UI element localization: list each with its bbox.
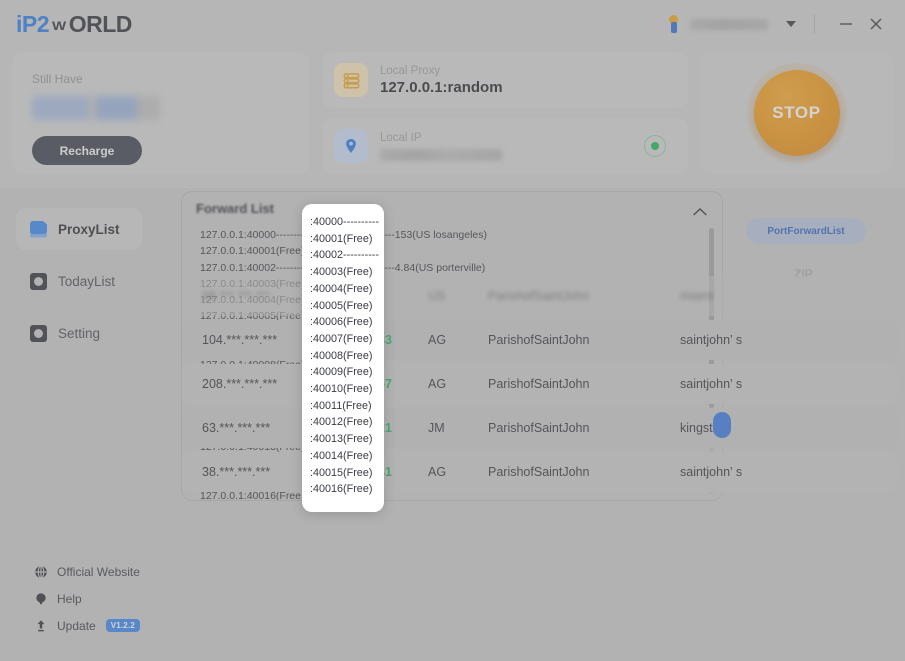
logo-text-part2: ORLD [68,10,133,37]
cell-isp: ParishofSaintJohn [488,465,590,479]
popup-port-option[interactable]: :40007(Free) [310,331,384,348]
minimize-button[interactable] [831,10,861,38]
sidebar-bottom-label: Update [57,618,96,633]
forward-list-title: Forward List [196,201,275,216]
sidebar-item-official-website[interactable]: Official Website [34,558,140,585]
local-ip-value-masked [380,148,502,161]
popup-port-option[interactable]: :40015(Free) [310,465,384,482]
local-proxy-value: 127.0.0.1:random [380,78,503,96]
popup-port-option[interactable]: :40013(Free) [310,431,384,448]
local-proxy-label: Local Proxy [380,64,441,77]
popup-port-option[interactable]: :40014(Free) [310,448,384,465]
popup-port-option[interactable]: :40005(Free) [310,298,384,315]
cell-city: miami [680,289,714,303]
port-selection-popup[interactable]: :40000----------:40001(Free):40002------… [302,204,384,512]
cell-city: saintjohn’ s [680,333,743,347]
title-bar: iP2 W ORLD [0,0,905,48]
popup-port-option[interactable]: :40008(Free) [310,348,384,365]
popup-port-option[interactable]: :40001(Free) [310,231,384,248]
sidebar-bottom-label: Official Website [57,564,140,579]
sidebar-item-label: TodayList [58,273,116,289]
stop-card: STOP [700,52,893,174]
cell-country: JM [428,421,445,435]
sidebar-item-help[interactable]: Help [34,585,140,612]
location-pin-icon [334,129,368,163]
table-row[interactable]: 63.***.***.*** 21 JM ParishofSaintJohn kings… [182,408,898,448]
local-ip-row: Local IP [322,118,688,174]
sidebar-item-todaylist[interactable]: TodayList [16,260,142,302]
cell-city: kingston [680,421,727,435]
popup-port-option[interactable]: :40004(Free) [310,281,384,298]
cell-isp: ParishofSaintJohn [488,333,590,347]
connection-info: Local Proxy 127.0.0.1:random Local IP [322,52,688,174]
logo-w-mark-icon: W [52,19,66,33]
close-button[interactable] [861,10,891,38]
document-icon [30,220,47,238]
body-area: ProxyList TodayList Setting Official Web… [0,188,905,661]
refresh-button-partial[interactable] [713,412,731,438]
popup-port-option[interactable]: :40002---------- [310,247,384,264]
popup-port-option[interactable]: :40006(Free) [310,314,384,331]
titlebar-divider [814,14,815,34]
balance-card: Still Have Recharge [12,52,310,174]
cell-city: saintjohn’ s [680,465,743,479]
status-indicator-icon [644,135,666,157]
chevron-up-icon[interactable] [692,204,708,216]
server-icon [334,63,368,97]
table-row[interactable]: 208.***.***.*** 67 AG ParishofSaintJohn sain… [182,364,898,404]
avatar-body [670,22,677,33]
sidebar-item-proxylist[interactable]: ProxyList [16,208,142,250]
upload-icon [34,619,48,633]
popup-port-option[interactable]: :40016(Free) [310,481,384,498]
cell-country: AG [428,465,447,479]
sidebar-item-label: Setting [58,325,101,341]
header-band: Still Have Recharge Local Proxy 127.0.0.… [0,48,905,188]
app-logo: iP2 W ORLD [16,11,132,38]
cell-isp: ParishofSaintJohn [488,421,590,435]
cell-country: US [428,289,446,303]
balance-value-masked [32,96,160,120]
popup-port-option[interactable]: :40012(Free) [310,414,384,431]
chevron-down-icon[interactable] [786,21,796,27]
sidebar-bottom-label: Help [57,591,82,606]
gear-square-icon [30,324,47,342]
cell-country: AG [428,333,447,347]
version-badge: V1.2.2 [105,619,141,632]
user-avatar-icon[interactable] [665,14,683,34]
logo-text-part1: iP2 [16,10,50,37]
forward-list-line[interactable]: 127.0.0.1:40001(Free) [200,243,722,259]
cell-isp: ParishofSaintJohn [488,289,590,303]
port-forward-list-button[interactable]: PortForwardList [746,218,866,244]
local-ip-label: Local IP [380,131,422,144]
local-proxy-row: Local Proxy 127.0.0.1:random [322,52,688,108]
sidebar-bottom-links: Official Website Help Update V1.2.2 [34,558,141,639]
app-window: iP2 W ORLD Still Have Recharge Local Pro… [0,0,905,661]
forward-list-line[interactable]: 127.0.0.1:40000-------------------------… [200,227,722,243]
popup-port-option[interactable]: :40003(Free) [310,264,384,281]
recharge-button[interactable]: Recharge [32,136,142,165]
popup-port-option[interactable]: :40009(Free) [310,364,384,381]
popup-port-option[interactable]: :40011(Free) [310,398,384,415]
table-row-occluded[interactable]: 98.***.***.*** US ParishofSaintJohn miami [182,276,898,316]
table-row[interactable]: 38.***.***.*** 41 AG ParishofSaintJohn saint… [182,452,898,492]
cell-country: AG [428,377,447,391]
sidebar-item-update[interactable]: Update V1.2.2 [34,612,141,639]
sidebar-item-label: ProxyList [58,221,120,237]
globe-icon [34,565,48,579]
clock-square-icon [30,272,47,290]
stop-button[interactable]: STOP [753,70,840,156]
cell-isp: ParishofSaintJohn [488,377,590,391]
proxy-table: 98.***.***.*** US ParishofSaintJohn miami 10… [182,276,898,496]
sidebar-item-setting[interactable]: Setting [16,312,142,354]
table-row[interactable]: 104.***.***.*** 83 AG ParishofSaintJohn sain… [182,320,898,360]
still-have-label: Still Have [32,72,83,86]
popup-port-option[interactable]: :40010(Free) [310,381,384,398]
popup-port-option[interactable]: :40000---------- [310,214,384,231]
main-content: Forward List 127.0.0.1:40000------------… [160,188,905,661]
sidebar: ProxyList TodayList Setting Official Web… [0,188,156,661]
help-balloon-icon [34,592,48,606]
forward-list-line[interactable]: 127.0.0.1:40002-------------------------… [200,260,722,276]
cell-city: saintjohn’ s [680,377,743,391]
username-masked[interactable] [690,18,768,30]
